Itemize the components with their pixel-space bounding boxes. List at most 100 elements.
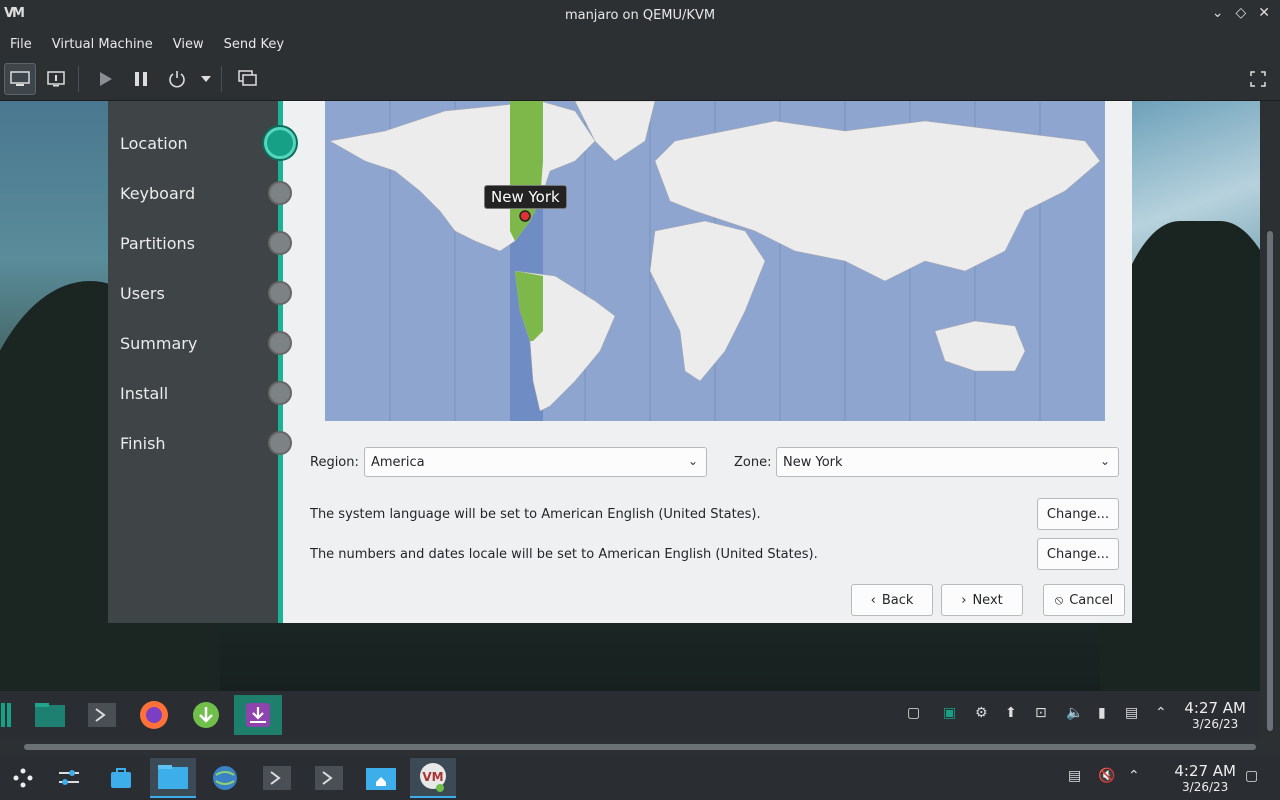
system-settings-icon[interactable] xyxy=(46,758,92,798)
step-summary: Summary xyxy=(120,334,198,353)
vertical-scrollbar-thumb[interactable] xyxy=(1267,231,1273,731)
snapshot-icon[interactable] xyxy=(232,63,264,95)
usb-icon[interactable]: ▮ xyxy=(1098,705,1106,721)
back-button[interactable]: ‹ Back xyxy=(851,584,933,616)
locale-text: The numbers and dates locale will be set… xyxy=(310,547,818,562)
world-map-graphic xyxy=(329,101,1101,421)
chevron-left-icon: ‹ xyxy=(870,592,876,608)
host-clock[interactable]: 4:27 AM 3/26/23 xyxy=(1174,762,1236,794)
step-keyboard: Keyboard xyxy=(120,184,196,203)
next-label: Next xyxy=(972,592,1003,608)
dropdown-icon[interactable] xyxy=(197,63,215,95)
display-icon[interactable]: ▣ xyxy=(943,705,956,721)
terminal-icon[interactable] xyxy=(82,695,122,735)
window-titlebar: VM manjaro on QEMU/KVM ⌄ ◇ ✕ xyxy=(0,0,1280,30)
zone-select[interactable]: New York ⌄ xyxy=(776,447,1119,477)
host-clock-time: 4:27 AM xyxy=(1174,762,1236,780)
cancel-button[interactable]: ⦸ Cancel xyxy=(1043,584,1125,616)
volume-muted-icon[interactable]: 🔇 xyxy=(1098,768,1115,784)
chevron-up-icon[interactable]: ⌃ xyxy=(1155,705,1167,721)
step-indicator xyxy=(268,231,292,255)
language-text: The system language will be set to Ameri… xyxy=(310,507,761,522)
location-pin[interactable] xyxy=(519,210,531,222)
horizontal-scrollbar-thumb[interactable] xyxy=(24,744,1256,750)
step-users: Users xyxy=(120,284,165,303)
file-manager-icon[interactable] xyxy=(30,695,70,735)
network-globe-icon[interactable] xyxy=(202,758,248,798)
show-desktop-icon[interactable]: ▢ xyxy=(1245,768,1258,784)
console-tray-icon[interactable]: ⊡ xyxy=(1035,705,1047,721)
terminal-icon[interactable] xyxy=(306,758,352,798)
toolbar-separator xyxy=(78,66,79,92)
zone-value: New York xyxy=(783,454,843,470)
close-icon[interactable]: ✕ xyxy=(1258,5,1270,21)
vm-toolbar xyxy=(0,58,1280,101)
power-icon[interactable] xyxy=(161,63,193,95)
chevron-up-icon[interactable]: ⌃ xyxy=(1128,768,1140,784)
app-launcher-icon[interactable] xyxy=(0,758,46,798)
menu-file[interactable]: File xyxy=(0,37,42,52)
clipboard-icon[interactable]: ▤ xyxy=(1125,705,1138,721)
cancel-icon: ⦸ xyxy=(1054,592,1064,608)
window-controls: ⌄ ◇ ✕ xyxy=(1212,5,1270,21)
kdeconnect-icon[interactable]: ⚙ xyxy=(975,705,988,721)
step-indicator xyxy=(268,431,292,455)
step-partitions: Partitions xyxy=(120,234,196,253)
change-language-label: Change... xyxy=(1046,506,1110,522)
minimize-icon[interactable]: ⌄ xyxy=(1212,5,1224,21)
guest-clock-time: 4:27 AM xyxy=(1184,699,1246,717)
region-select[interactable]: America ⌄ xyxy=(364,447,707,477)
guest-clock[interactable]: 4:27 AM 3/26/23 xyxy=(1184,699,1246,731)
console-icon[interactable] xyxy=(4,63,36,95)
cancel-label: Cancel xyxy=(1069,592,1114,608)
map-pin-label: New York xyxy=(484,185,567,209)
step-finish: Finish xyxy=(120,434,166,453)
chevron-right-icon: › xyxy=(961,592,967,608)
play-icon[interactable] xyxy=(89,63,121,95)
next-button[interactable]: › Next xyxy=(941,584,1023,616)
timezone-map[interactable]: New York xyxy=(325,101,1105,421)
menu-send-key[interactable]: Send Key xyxy=(214,37,294,52)
step-location: Location xyxy=(120,134,188,153)
horizontal-scrollbar[interactable] xyxy=(0,738,1280,756)
chevron-down-icon: ⌄ xyxy=(687,454,698,468)
vertical-scrollbar[interactable] xyxy=(1260,101,1280,738)
volume-icon[interactable]: 🔈 xyxy=(1066,705,1083,721)
menu-virtual-machine[interactable]: Virtual Machine xyxy=(42,37,163,52)
host-taskbar: VM ▤ 🔇 ⌃ 4:27 AM 3/26/23 ▢ xyxy=(0,756,1280,800)
virt-manager-icon[interactable]: VM xyxy=(410,758,456,798)
window-title: manjaro on QEMU/KVM xyxy=(564,7,716,23)
clipboard-icon[interactable]: ▤ xyxy=(1068,768,1081,784)
step-indicator xyxy=(268,181,292,205)
step-indicator-current xyxy=(264,127,296,159)
manjaro-menu-icon[interactable] xyxy=(0,695,12,735)
fullscreen-icon[interactable] xyxy=(1242,63,1274,95)
region-label: Region: xyxy=(310,455,359,470)
firefox-icon[interactable] xyxy=(134,695,174,735)
back-label: Back xyxy=(881,592,914,608)
toolbar-separator xyxy=(221,66,222,92)
virt-manager-logo: VM xyxy=(4,6,25,21)
dolphin-icon[interactable] xyxy=(150,758,196,798)
menu-view[interactable]: View xyxy=(163,37,214,52)
guest-clock-date: 3/26/23 xyxy=(1192,717,1239,731)
change-language-button[interactable]: Change... xyxy=(1037,498,1119,530)
step-indicator xyxy=(268,381,292,405)
installer-task-icon[interactable] xyxy=(234,695,282,735)
maximize-icon[interactable]: ◇ xyxy=(1235,5,1246,21)
menubar: File Virtual Machine View Send Key xyxy=(0,30,1280,58)
discover-icon[interactable] xyxy=(98,758,144,798)
change-locale-label: Change... xyxy=(1046,546,1110,562)
home-folder-icon[interactable] xyxy=(358,758,404,798)
pause-icon[interactable] xyxy=(125,63,157,95)
installer-window: Location Keyboard Partitions Users Summa… xyxy=(108,101,1132,623)
progress-rail xyxy=(278,101,283,623)
show-desktop-icon[interactable]: ▢ xyxy=(907,705,920,721)
change-locale-button[interactable]: Change... xyxy=(1037,538,1119,570)
host-clock-date: 3/26/23 xyxy=(1182,780,1229,794)
terminal-icon[interactable] xyxy=(254,758,300,798)
region-value: America xyxy=(371,454,425,470)
download-icon[interactable] xyxy=(186,695,226,735)
updates-icon[interactable]: ⬆ xyxy=(1005,705,1017,721)
details-icon[interactable] xyxy=(40,63,72,95)
